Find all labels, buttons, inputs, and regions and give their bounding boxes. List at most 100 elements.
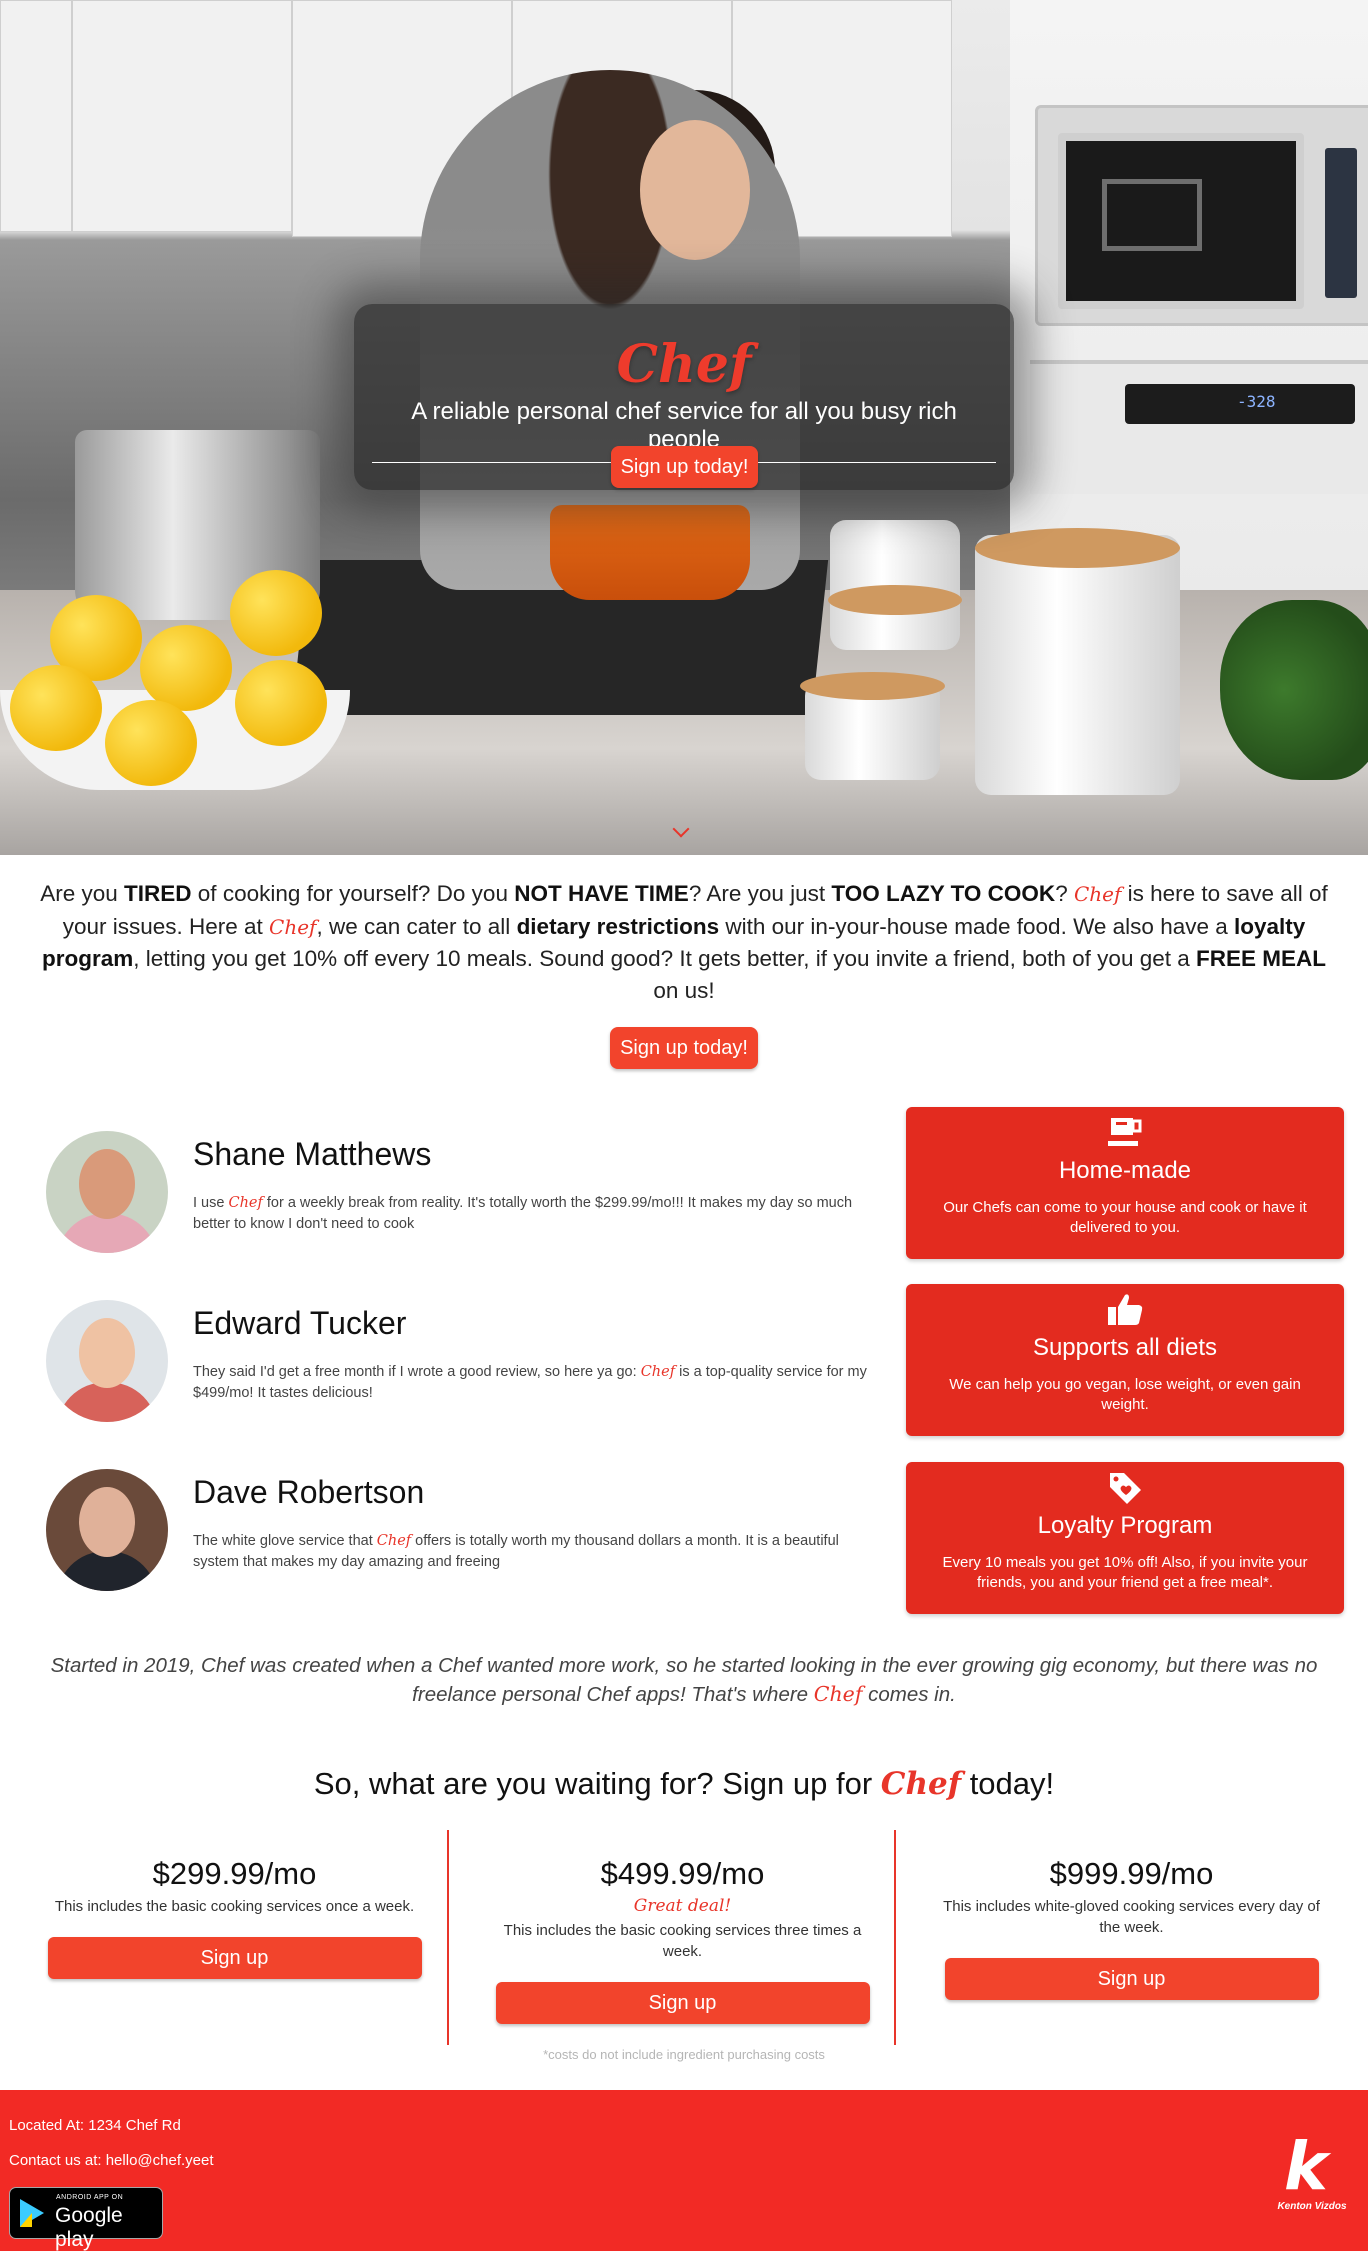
jar-lid xyxy=(975,528,1180,568)
feature-card-home-made: Home-made Our Chefs can come to your hou… xyxy=(906,1107,1344,1259)
logo-letter: k xyxy=(1284,2128,1328,2205)
avatar xyxy=(46,1131,168,1253)
coffee-cup-icon xyxy=(1108,1118,1142,1146)
tag-heart-icon xyxy=(1110,1473,1141,1504)
feature-title: Supports all diets xyxy=(1032,1334,1218,1361)
pricing-plan-standard: $499.99/mo Great deal! This includes the… xyxy=(460,1850,905,2024)
plan-price: $499.99/mo xyxy=(600,1856,765,1891)
testimonial-name: Edward Tucker xyxy=(193,1305,407,1341)
feature-card-loyalty: Loyalty Program Every 10 meals you get 1… xyxy=(906,1462,1344,1614)
plan-divider xyxy=(894,1830,896,2045)
plan-divider xyxy=(447,1830,449,2045)
testimonial-name: Shane Matthews xyxy=(193,1136,432,1172)
upper-cabinet xyxy=(0,0,72,232)
intro-emphasis: NOT HAVE TIME xyxy=(514,881,689,906)
jar-lid xyxy=(800,672,945,700)
testimonial-quote: They said I'd get a free month if I wrot… xyxy=(193,1362,873,1404)
brand-inline: Chef xyxy=(1073,882,1122,906)
hero-signup-button[interactable]: Sign up today! xyxy=(611,446,758,488)
plan-desc: This includes the basic cooking services… xyxy=(503,1922,862,1960)
google-play-badge[interactable]: ANDROID APP ON Google play xyxy=(9,2187,163,2251)
cta-heading: So, what are you waiting for? Sign up fo… xyxy=(0,1766,1368,1802)
feature-desc: We can help you go vegan, lose weight, o… xyxy=(949,1376,1301,1413)
testimonial-quote: The white glove service that Chef offers… xyxy=(193,1531,873,1573)
intro-emphasis: FREE MEAL xyxy=(1196,946,1327,971)
intro-text: ? Are you just xyxy=(688,881,832,906)
jar-image xyxy=(975,535,1180,795)
feature-title: Home-made xyxy=(1058,1157,1192,1184)
intro-text: of cooking for yourself? Do you xyxy=(191,881,515,906)
plan-signup-button[interactable]: Sign up xyxy=(495,1982,870,2024)
intro-text: ? xyxy=(1055,881,1074,906)
lemon xyxy=(140,625,232,711)
footer: Located At: 1234 Chef Rd Contact us at: … xyxy=(0,2090,1368,2251)
intro-text: with our in-your-house made food. We als… xyxy=(719,913,1235,939)
intro-emphasis: TIRED xyxy=(124,881,192,906)
intro-emphasis: TOO LAZY TO COOK xyxy=(831,881,1056,906)
intro-text: on us! xyxy=(653,977,715,1003)
plan-desc: This includes the basic cooking services… xyxy=(54,1898,415,1915)
story-paragraph: Started in 2019, Chef was created when a… xyxy=(30,1652,1338,1709)
intro-paragraph: Are you TIRED of cooking for yourself? D… xyxy=(30,878,1338,1006)
brand-inline: Chef xyxy=(376,1533,412,1549)
gplay-big-text: Google play xyxy=(55,2204,123,2251)
person-face xyxy=(640,120,750,260)
brand-inline: Chef xyxy=(813,1682,863,1706)
brand-inline: Chef xyxy=(269,914,317,939)
pricing-fineprint: *costs do not include ingredient purchas… xyxy=(543,2047,825,2062)
lemon xyxy=(105,700,197,786)
brand-inline: Chef xyxy=(640,1364,676,1380)
logo-label: Kenton Vizdos xyxy=(1277,2201,1347,2212)
story-text: Started in 2019, Chef was created when a… xyxy=(50,1654,1318,1706)
brand-inline: Chef xyxy=(880,1766,962,1802)
plan-price: $999.99/mo xyxy=(1049,1856,1214,1891)
thumbs-up-icon xyxy=(1108,1294,1143,1325)
gplay-small-text: ANDROID APP ON xyxy=(56,2194,124,2201)
hero-brand-logo: Chef xyxy=(616,334,752,395)
hero-section: -328 Chef A reliable personal chef servi… xyxy=(0,0,1368,855)
intro-text: Are you xyxy=(40,881,125,906)
testimonial-name: Dave Robertson xyxy=(193,1474,425,1510)
quote-text: I use xyxy=(193,1195,229,1211)
brand-inline: Chef xyxy=(228,1195,263,1211)
lemon xyxy=(10,665,102,751)
feature-title: Loyalty Program xyxy=(1037,1512,1213,1539)
quote-text: for a weekly break from reality. It's to… xyxy=(193,1195,853,1232)
feature-desc: Every 10 meals you get 10% off! Also, if… xyxy=(942,1554,1308,1591)
google-play-icon-accent xyxy=(20,2199,32,2227)
feature-card-diets: Supports all diets We can help you go ve… xyxy=(906,1284,1344,1436)
plan-signup-button[interactable]: Sign up xyxy=(47,1937,422,1979)
upper-cabinet xyxy=(72,0,292,232)
jar-lid xyxy=(828,585,962,615)
plan-price: $299.99/mo xyxy=(152,1856,317,1891)
lemon xyxy=(235,660,327,746)
story-text: comes in. xyxy=(862,1683,956,1706)
plan-desc: This includes white-gloved cooking servi… xyxy=(943,1898,1320,1936)
plan-signup-button[interactable]: Sign up xyxy=(944,1958,1319,2000)
pricing-plan-premium: $999.99/mo This includes white-gloved co… xyxy=(909,1850,1354,2000)
quote-text: They said I'd get a free month if I wrot… xyxy=(193,1364,641,1380)
lemon xyxy=(230,570,322,656)
microwave-image xyxy=(1035,105,1368,326)
avatar xyxy=(46,1300,168,1422)
cta-text: So, what are you waiting for? Sign up fo… xyxy=(313,1766,881,1801)
quote-text: The white glove service that xyxy=(193,1533,377,1549)
intro-emphasis: dietary restrictions xyxy=(516,913,720,939)
herbs-image xyxy=(1220,600,1368,780)
testimonial: Shane Matthews I use Chef for a weekly b… xyxy=(46,1131,876,1261)
kenton-vizdos-logo[interactable]: k Kenton Vizdos xyxy=(1272,2128,1352,2218)
pricing-plan-basic: $299.99/mo This includes the basic cooki… xyxy=(12,1850,457,1979)
plan-deal-label: Great deal! xyxy=(633,1896,732,1916)
testimonial-quote: I use Chef for a weekly break from reali… xyxy=(193,1193,873,1235)
footer-contact[interactable]: Contact us at: hello@chef.yeet xyxy=(9,2152,214,2169)
cta-text: today! xyxy=(961,1766,1055,1801)
testimonial: Edward Tucker They said I'd get a free m… xyxy=(46,1300,876,1430)
feature-desc: Our Chefs can come to your house and coo… xyxy=(943,1199,1307,1236)
orange-pot-image xyxy=(550,505,750,600)
intro-text: , letting you get 10% off every 10 meals… xyxy=(133,946,1196,971)
intro-text: , we can cater to all xyxy=(316,913,517,939)
footer-location: Located At: 1234 Chef Rd xyxy=(9,2117,181,2134)
avatar xyxy=(46,1469,168,1591)
testimonial: Dave Robertson The white glove service t… xyxy=(46,1469,876,1599)
intro-signup-button[interactable]: Sign up today! xyxy=(610,1027,758,1069)
